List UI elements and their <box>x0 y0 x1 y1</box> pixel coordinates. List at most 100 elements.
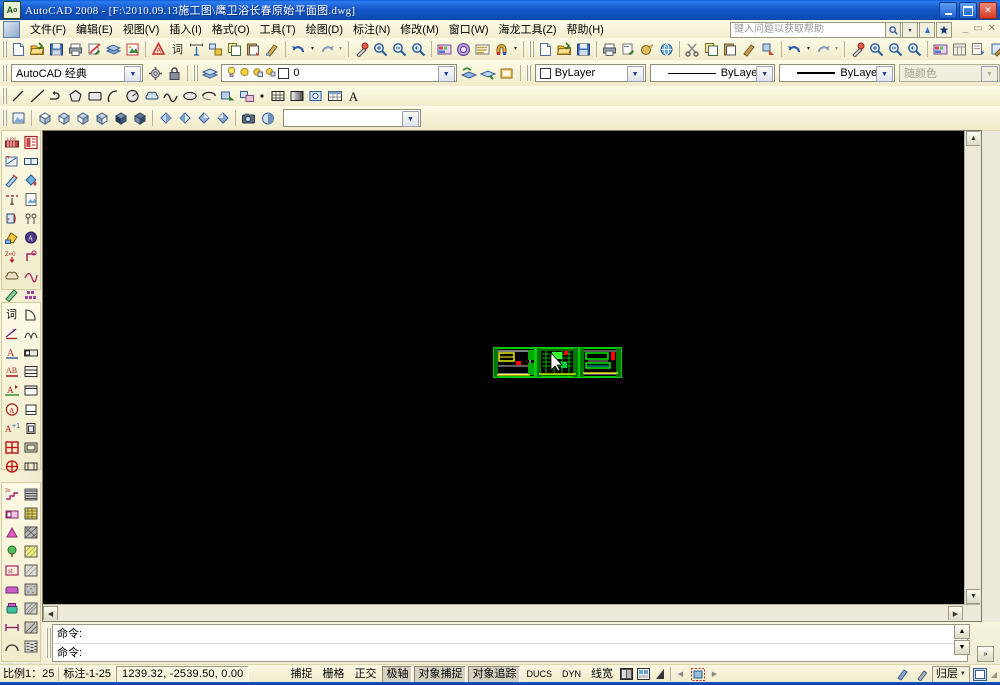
osnap-chevron-down-icon[interactable]: ▾ <box>511 40 520 58</box>
front-view-icon[interactable] <box>111 109 130 127</box>
chevron-down-icon[interactable]: ▼ <box>437 66 455 82</box>
design-center-icon-2[interactable] <box>931 40 950 58</box>
sheet-set-manager-icon[interactable] <box>969 40 988 58</box>
block-editor-icon[interactable] <box>759 40 778 58</box>
insert-block-icon[interactable] <box>218 87 237 105</box>
resize-grip-icon[interactable]: ◢ <box>991 670 997 679</box>
status-lineweight[interactable]: 线宽 <box>587 666 617 683</box>
menu-format[interactable]: 格式(O) <box>207 20 255 38</box>
doc-restore-button[interactable]: ▭ <box>973 23 982 34</box>
open-file-icon[interactable] <box>28 40 47 58</box>
dimension-span-icon[interactable] <box>2 618 21 637</box>
menu-tools[interactable]: 工具(T) <box>255 20 301 38</box>
window-insert-icon[interactable] <box>2 228 21 247</box>
revision-cloud-icon[interactable] <box>142 87 161 105</box>
markup-set-manager-icon[interactable] <box>988 40 1000 58</box>
status-otrack[interactable]: 对象追踪 <box>468 665 521 683</box>
cloud-tool-icon[interactable] <box>2 266 21 285</box>
lineweight-control-dropdown[interactable]: ByLayer ▼ <box>779 64 895 82</box>
toolbar-grip[interactable] <box>2 41 7 57</box>
view-toolbar-grip[interactable] <box>2 110 7 126</box>
se-isometric-icon[interactable] <box>175 109 194 127</box>
workspace-dropdown[interactable]: AutoCAD 经典 ▼ <box>11 64 144 82</box>
doc-close-button[interactable]: ✕ <box>988 23 996 34</box>
markup-icon[interactable]: A <box>149 40 168 58</box>
arc-door-icon[interactable] <box>2 637 21 656</box>
scroll-right-icon[interactable]: ▶ <box>948 606 963 620</box>
toolbar-grip-2[interactable] <box>529 41 534 57</box>
menu-file[interactable]: 文件(F) <box>25 20 71 38</box>
text-circle-icon[interactable]: A <box>2 400 21 419</box>
layer-on-bulb-icon[interactable] <box>226 66 237 81</box>
coordinate-display[interactable]: 1239.32, -2539.50, 0.00 <box>116 665 250 683</box>
polygon-icon[interactable] <box>66 87 85 105</box>
annotate-circle-icon[interactable]: A <box>21 228 40 247</box>
zoom-realtime-icon[interactable] <box>371 40 390 58</box>
plot-preview-icon[interactable] <box>85 40 104 58</box>
hatch-pattern-5-icon[interactable] <box>21 561 40 580</box>
command-scroll-up-icon[interactable]: ▲ <box>954 624 970 639</box>
properties-icon[interactable] <box>473 40 492 58</box>
left-view-icon[interactable] <box>73 109 92 127</box>
chevron-down-icon[interactable]: ▼ <box>626 66 644 82</box>
dictionary-icon[interactable]: 词 <box>168 40 187 58</box>
print-icon[interactable] <box>66 40 85 58</box>
dictionary-icon[interactable]: 词 <box>2 305 21 324</box>
annotation-scale-icon[interactable] <box>636 667 651 682</box>
hatch-pattern-9-icon[interactable] <box>21 637 40 656</box>
bed-icon[interactable] <box>21 343 40 362</box>
match-properties-icon[interactable] <box>263 40 282 58</box>
dashed-line-icon[interactable] <box>2 190 21 209</box>
hatch-pattern-4-icon[interactable] <box>21 542 40 561</box>
chevron-down-icon[interactable]: ▾ <box>902 22 918 38</box>
ellipse-arc-icon[interactable] <box>199 87 218 105</box>
command-line-grip[interactable] <box>46 628 51 658</box>
line-icon[interactable] <box>9 87 28 105</box>
layers-toolbar-grip[interactable] <box>193 65 199 81</box>
layer-dropdown[interactable]: 0 ▼ <box>221 64 457 82</box>
text-increment-icon[interactable]: A +1 <box>2 419 21 438</box>
nw-isometric-icon[interactable] <box>213 109 232 127</box>
zoom-window-icon[interactable] <box>390 40 409 58</box>
camera-icon[interactable] <box>239 109 258 127</box>
zero-point-icon[interactable]: Z=0 <box>2 247 21 266</box>
shade-icon[interactable] <box>258 109 277 127</box>
draw-toolbar-grip[interactable] <box>2 88 7 104</box>
workspace-settings-icon[interactable] <box>146 64 165 82</box>
publish-icon[interactable] <box>104 40 123 58</box>
table-block-icon[interactable] <box>21 438 40 457</box>
polyline-icon[interactable] <box>47 87 66 105</box>
comm-center-icon[interactable] <box>895 667 910 682</box>
status-dyn[interactable]: DYN <box>558 666 585 683</box>
publish-web-icon[interactable] <box>657 40 676 58</box>
rectangle-icon[interactable] <box>85 87 104 105</box>
curve-tool-icon[interactable] <box>21 266 40 285</box>
bed-layout-icon[interactable] <box>2 504 21 523</box>
make-block-icon[interactable] <box>237 87 256 105</box>
minimize-button[interactable] <box>939 2 957 19</box>
communication-center-icon[interactable] <box>919 22 935 38</box>
save-file-icon[interactable] <box>47 40 66 58</box>
scale-ratio-icon[interactable]: 1:100 <box>2 133 21 152</box>
menu-dimension[interactable]: 标注(N) <box>348 20 395 38</box>
arch-shape-icon[interactable] <box>21 324 40 343</box>
pin-icon[interactable] <box>914 667 929 682</box>
export-icon[interactable] <box>123 40 142 58</box>
zoom-previous-icon-2[interactable] <box>905 40 924 58</box>
chevron-down-icon[interactable]: ▼ <box>875 66 893 82</box>
measure-icon[interactable] <box>187 40 206 58</box>
region-icon[interactable] <box>306 87 325 105</box>
canvas-vertical-scrollbar[interactable]: ▲ ▼ <box>964 130 980 620</box>
zoom-window-icon-2[interactable] <box>886 40 905 58</box>
arc-icon[interactable] <box>104 87 123 105</box>
visual-style-dropdown[interactable]: ▼ <box>283 109 421 127</box>
redo-icon[interactable] <box>317 40 336 58</box>
paint-bucket-icon[interactable] <box>21 171 40 190</box>
grid-red2-icon[interactable] <box>2 457 21 476</box>
multiline-text-icon[interactable]: A <box>344 87 363 105</box>
viewport-icon[interactable] <box>690 667 705 682</box>
status-grid[interactable]: 栅格 <box>318 666 348 683</box>
properties-toolbar-grip[interactable] <box>525 65 531 81</box>
doc-minimize-button[interactable]: _ <box>963 23 969 34</box>
hatch-icon[interactable] <box>268 87 287 105</box>
